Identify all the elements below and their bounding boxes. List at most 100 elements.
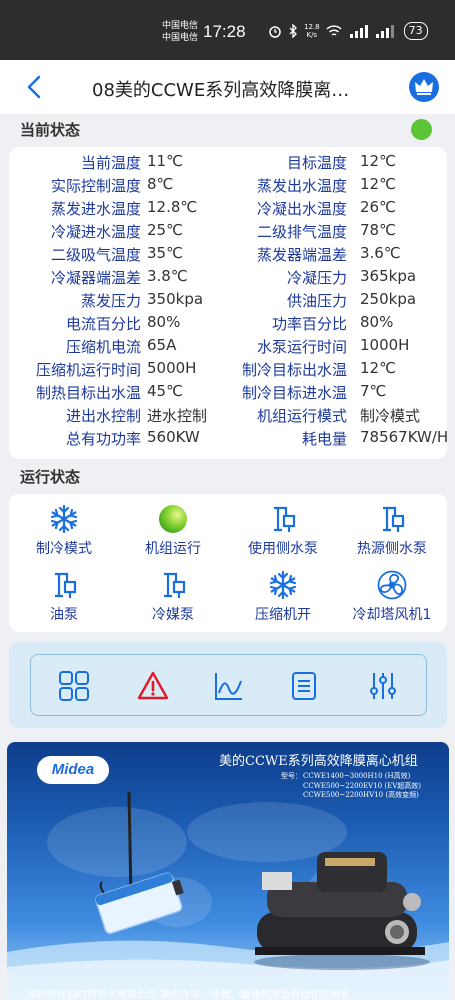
state-key: 目标温度: [286, 154, 347, 172]
net-speed-value: 12.8: [304, 23, 320, 31]
alarm-icon: [269, 26, 281, 38]
run-item-label: 热源侧水泵: [357, 541, 427, 557]
run-item-label: 机组运行: [145, 541, 201, 557]
state-key: 冷凝出水温度: [256, 200, 347, 218]
current-state-label: 当前状态: [20, 121, 81, 139]
state-key: 冷凝压力: [286, 269, 347, 287]
state-value: 11℃: [147, 152, 183, 170]
snowflake-icon: [50, 504, 78, 534]
run-item-label: 压缩机开: [255, 607, 311, 623]
state-row: 蒸发压力 350kpa 供油压力 250kpa: [9, 290, 447, 313]
state-value: 350kpa: [147, 290, 204, 308]
state-value: 78℃: [360, 221, 396, 239]
model-line: CCWE500~2200HV10 (高效变频): [303, 791, 419, 799]
state-key: 水泵运行时间: [256, 338, 347, 356]
run-item-compressor-on: 压缩机开: [228, 570, 338, 630]
green-ball-icon: [159, 505, 187, 533]
banner-models: 型号： CCWE1400~3000H10 (H高效) CCWE500~2200E…: [281, 772, 421, 801]
state-value: 12℃: [360, 359, 396, 377]
run-item-oil-pump: 油泵: [9, 570, 119, 630]
toolbar-frame: [30, 654, 427, 716]
run-state-card: 制冷模式 机组运行 使用侧水泵 热源侧水泵 油泵 冷媒泵 压缩机开 冷却塔风机1: [9, 494, 447, 632]
state-key: 功率百分比: [271, 315, 347, 333]
state-row: 冷凝器端温差 3.8℃ 冷凝压力 365kpa: [9, 267, 447, 290]
chart-icon[interactable]: [212, 669, 246, 703]
state-value: 1000H: [360, 336, 410, 354]
bluetooth-icon: [289, 24, 297, 38]
net-speed-unit: K/s: [306, 31, 318, 39]
state-key: 冷凝进水温度: [50, 223, 141, 241]
crown-icon: [415, 79, 433, 95]
run-item-label: 使用侧水泵: [248, 541, 318, 557]
state-row: 进出水控制 进水控制 机组运行模式 制冷模式: [9, 405, 447, 428]
state-key: 实际控制温度: [50, 177, 141, 195]
state-key: 蒸发压力: [80, 292, 141, 310]
state-value: 80%: [360, 313, 394, 331]
state-row: 二级吸气温度 35℃ 蒸发器端温差 3.6℃: [9, 244, 447, 267]
state-value: 12.8℃: [147, 198, 198, 216]
state-value: 3.6℃: [360, 244, 401, 262]
banner-title: 美的CCWE系列高效降膜离心机组: [219, 754, 418, 769]
state-row: 总有功功率 560KW 耗电量 78567KW/H: [9, 428, 449, 451]
state-key: 压缩机运行时间: [35, 361, 141, 379]
state-value: 25℃: [147, 221, 183, 239]
list-icon[interactable]: [287, 669, 321, 703]
state-value: 560KW: [147, 428, 200, 446]
state-key: 电流百分比: [65, 315, 141, 333]
banner-footer-text: 深圳市佳韵时控技术有限公司 提供冷冻、冷藏、暖通数控及自动化控制系: [27, 990, 351, 1000]
grid-icon[interactable]: [57, 669, 91, 703]
state-value: 7℃: [360, 382, 387, 400]
state-key: 供油压力: [286, 292, 347, 310]
online-status-indicator: [411, 119, 432, 140]
state-key: 机组运行模式: [256, 407, 347, 425]
state-key: 制热目标出水温: [35, 384, 141, 402]
state-key: 总有功功率: [65, 430, 141, 448]
run-item-refrigerant-pump: 冷媒泵: [118, 570, 228, 630]
battery-indicator: 73: [403, 22, 428, 40]
state-value: 制冷模式: [360, 407, 421, 425]
clock: 17:28: [203, 22, 246, 41]
promo-banner[interactable]: Midea 美的CCWE系列高效降膜离心机组 型号： CCWE1400~3000…: [7, 742, 449, 1000]
carrier-2: 中国电信: [162, 33, 199, 43]
net-speed: 12.8 K/s: [304, 23, 320, 39]
page-title: 08美的CCWE系列高效降膜离…: [92, 80, 350, 101]
run-item-heat-side-pump: 热源侧水泵: [337, 504, 447, 564]
state-row: 压缩机运行时间 5000H 制冷目标出水温 12℃: [9, 359, 447, 382]
state-value: 35℃: [147, 244, 183, 262]
settings-sliders-icon[interactable]: [366, 669, 400, 703]
run-item-label: 油泵: [50, 607, 78, 623]
water-pump-icon: [274, 506, 296, 532]
run-state-label: 运行状态: [20, 468, 81, 486]
run-item-unit-running: 机组运行: [118, 504, 228, 564]
state-key: 冷凝器端温差: [50, 269, 141, 287]
refrigerant-pump-icon: [164, 572, 186, 598]
signal-5g-icon: [349, 25, 368, 38]
state-key: 耗电量: [301, 430, 347, 448]
snowflake-icon: [269, 570, 297, 600]
state-value: 45℃: [147, 382, 183, 400]
state-value: 26℃: [360, 198, 396, 216]
chiller-unit-image: [254, 852, 430, 970]
state-key: 压缩机电流: [65, 338, 141, 356]
model-line: CCWE500~2200EV10 (EV超高效): [303, 781, 421, 790]
warning-icon[interactable]: [136, 669, 170, 703]
state-row: 实际控制温度 8℃ 蒸发出水温度 12℃: [9, 175, 447, 198]
run-item-user-side-pump: 使用侧水泵: [228, 504, 338, 564]
run-item-cooling-tower-fan: 冷却塔风机1: [337, 570, 447, 630]
state-row: 制热目标出水温 45℃ 制冷目标进水温 7℃: [9, 382, 447, 405]
state-value: 78567KW/H: [360, 428, 449, 446]
state-value: 5000H: [147, 359, 197, 377]
state-row: 压缩机电流 65A 水泵运行时间 1000H: [9, 336, 447, 359]
oil-pump-icon: [55, 572, 77, 598]
iot-gateway-image: [95, 791, 184, 935]
state-key: 蒸发进水温度: [50, 200, 141, 218]
crown-button[interactable]: [409, 72, 439, 102]
fan-icon: [377, 570, 407, 600]
state-value: 进水控制: [147, 407, 208, 425]
state-row: 当前温度 11℃ 目标温度 12℃: [9, 152, 447, 175]
current-state-card: 当前温度 11℃ 目标温度 12℃ 实际控制温度 8℃ 蒸发出水温度 12℃ 蒸发进水温度 1…: [9, 147, 449, 459]
state-value: 12℃: [360, 152, 396, 170]
back-arrow-icon[interactable]: [24, 74, 46, 100]
system-icons: 12.8 K/s 73: [268, 22, 428, 40]
water-pump-icon: [383, 506, 405, 532]
